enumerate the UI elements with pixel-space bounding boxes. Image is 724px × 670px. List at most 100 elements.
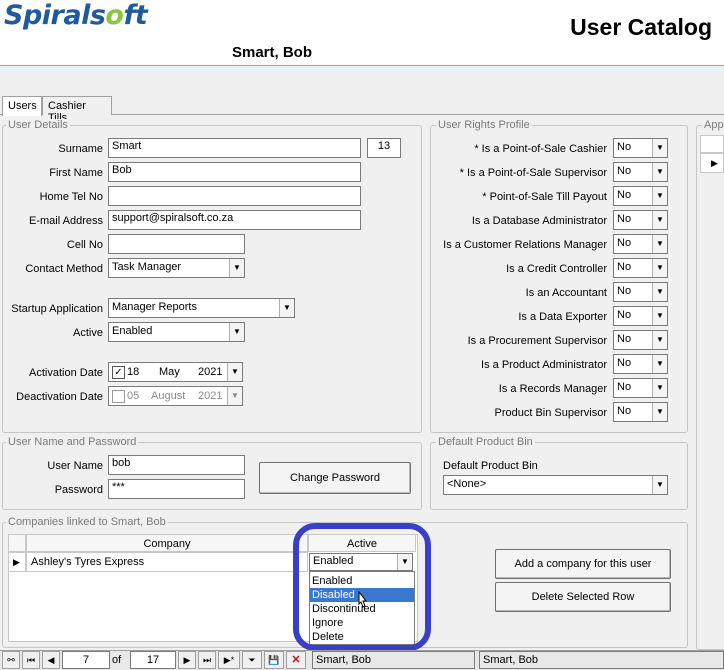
- user-details-legend: User Details: [6, 119, 70, 131]
- rights-select[interactable]: No ▼: [613, 210, 668, 230]
- first-record-icon[interactable]: ⏮: [22, 651, 40, 669]
- rights-select[interactable]: No ▼: [613, 378, 668, 398]
- tab-cashier-tills[interactable]: Cashier Tills: [42, 96, 112, 124]
- add-company-button[interactable]: Add a company for this user: [495, 549, 671, 579]
- save-icon[interactable]: 💾: [264, 651, 284, 669]
- app-grid-header: [700, 135, 724, 153]
- rights-select[interactable]: No ▼: [613, 138, 668, 158]
- first-name-input[interactable]: Bob: [108, 162, 361, 182]
- rights-label: * Point-of-Sale Till Payout: [482, 191, 607, 203]
- rights-select[interactable]: No ▼: [613, 282, 668, 302]
- page-title: User Catalog: [570, 14, 712, 40]
- email-input[interactable]: support@spiralsoft.co.za: [108, 210, 361, 230]
- company-cell[interactable]: Ashley's Tyres Express: [26, 552, 308, 572]
- cell-no-input[interactable]: [108, 234, 245, 254]
- startup-application-select[interactable]: Manager Reports ▼: [108, 298, 295, 318]
- binoculars-icon[interactable]: ⚯: [2, 651, 20, 669]
- record-total: 17: [130, 651, 176, 669]
- active-select[interactable]: Enabled ▼: [108, 322, 245, 342]
- rights-value: No: [617, 165, 632, 177]
- change-password-button[interactable]: Change Password: [259, 462, 411, 494]
- chevron-down-icon[interactable]: ▼: [652, 331, 667, 349]
- row-selector-icon[interactable]: ▶: [8, 552, 26, 572]
- rights-label: Is a Product Administrator: [481, 359, 607, 371]
- chevron-down-icon[interactable]: ▼: [652, 476, 667, 494]
- password-input[interactable]: ***: [108, 479, 245, 499]
- spiralsoft-logo: Spiralsoft: [4, 0, 148, 31]
- filter-icon[interactable]: ⏷: [242, 651, 262, 669]
- rights-select[interactable]: No ▼: [613, 330, 668, 350]
- tab-users[interactable]: Users: [2, 96, 42, 116]
- product-bin-select[interactable]: <None> ▼: [443, 475, 668, 495]
- active-label: Active: [73, 327, 103, 339]
- chevron-down-icon[interactable]: ▼: [652, 403, 667, 421]
- chevron-down-icon[interactable]: ▼: [227, 387, 242, 405]
- chevron-down-icon[interactable]: ▼: [652, 307, 667, 325]
- delete-icon[interactable]: ✕: [286, 651, 306, 669]
- deactivation-year: 2021: [198, 390, 223, 402]
- chevron-down-icon[interactable]: ▼: [652, 283, 667, 301]
- contact-method-label: Contact Method: [25, 263, 103, 275]
- surname-input[interactable]: Smart: [108, 138, 361, 158]
- rights-value: No: [617, 357, 632, 369]
- chevron-down-icon[interactable]: ▼: [652, 259, 667, 277]
- deactivation-date-checkbox[interactable]: [112, 390, 125, 403]
- rights-select[interactable]: No ▼: [613, 162, 668, 182]
- chevron-down-icon[interactable]: ▼: [652, 235, 667, 253]
- rights-value: No: [617, 261, 632, 273]
- company-column-header[interactable]: Company: [26, 534, 308, 552]
- rights-select[interactable]: No ▼: [613, 186, 668, 206]
- chevron-down-icon[interactable]: ▼: [652, 211, 667, 229]
- username-input[interactable]: bob: [108, 455, 245, 475]
- status-field-1: Smart, Bob: [312, 651, 475, 669]
- user-id-field: 13: [367, 138, 401, 158]
- next-record-icon[interactable]: ▶: [178, 651, 196, 669]
- rights-value: No: [617, 141, 632, 153]
- password-label: Password: [54, 484, 103, 496]
- deactivation-day: 05: [127, 390, 140, 402]
- chevron-down-icon[interactable]: ▼: [229, 259, 244, 277]
- new-record-icon[interactable]: ▶*: [218, 651, 240, 669]
- deactivation-date-picker[interactable]: 05 August 2021 ▼: [108, 386, 243, 406]
- current-user-name: Smart, Bob: [232, 44, 313, 61]
- rights-select[interactable]: No ▼: [613, 234, 668, 254]
- contact-method-select[interactable]: Task Manager ▼: [108, 258, 245, 278]
- app-group-legend: App: [702, 119, 724, 131]
- rights-label: Is a Procurement Supervisor: [467, 335, 607, 347]
- chevron-down-icon[interactable]: ▼: [652, 139, 667, 157]
- user-rights-legend: User Rights Profile: [436, 119, 532, 131]
- rights-label: * Is a Point-of-Sale Cashier: [474, 143, 607, 155]
- rights-label: Is a Data Exporter: [518, 311, 607, 323]
- grid-corner: [8, 534, 26, 552]
- rights-select[interactable]: No ▼: [613, 258, 668, 278]
- deactivation-date-label: Deactivation Date: [16, 391, 103, 403]
- first-name-label: First Name: [49, 167, 103, 179]
- record-of-label: of: [112, 654, 122, 666]
- last-record-icon[interactable]: ⏭: [198, 651, 216, 669]
- rights-value: No: [617, 405, 632, 417]
- rights-value: No: [617, 309, 632, 321]
- rights-select[interactable]: No ▼: [613, 354, 668, 374]
- chevron-down-icon[interactable]: ▼: [229, 323, 244, 341]
- rights-select[interactable]: No ▼: [613, 402, 668, 422]
- rights-label: Is a Credit Controller: [506, 263, 607, 275]
- activation-date-picker[interactable]: ✓ 18 May 2021 ▼: [108, 362, 243, 382]
- product-bin-legend: Default Product Bin: [436, 436, 535, 448]
- surname-label: Surname: [58, 143, 103, 155]
- chevron-down-icon[interactable]: ▼: [652, 163, 667, 181]
- current-record-input[interactable]: 7: [62, 651, 110, 669]
- chevron-down-icon[interactable]: ▼: [652, 355, 667, 373]
- delete-selected-row-button[interactable]: Delete Selected Row: [495, 582, 671, 612]
- chevron-down-icon[interactable]: ▼: [279, 299, 294, 317]
- chevron-down-icon[interactable]: ▼: [652, 187, 667, 205]
- activation-date-label: Activation Date: [29, 367, 103, 379]
- chevron-down-icon[interactable]: ▼: [652, 379, 667, 397]
- email-label: E-mail Address: [29, 215, 103, 227]
- chevron-down-icon[interactable]: ▼: [227, 363, 242, 381]
- previous-record-icon[interactable]: ◀: [42, 651, 60, 669]
- rights-select[interactable]: No ▼: [613, 306, 668, 326]
- activation-month: May: [159, 366, 180, 378]
- rights-value: No: [617, 381, 632, 393]
- home-tel-input[interactable]: [108, 186, 361, 206]
- activation-date-checkbox[interactable]: ✓: [112, 366, 125, 379]
